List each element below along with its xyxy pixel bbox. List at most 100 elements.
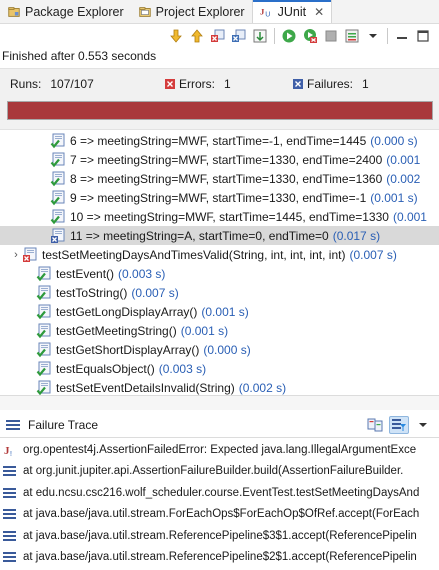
rerun-failed-first-icon[interactable] (302, 28, 318, 44)
test-passed-icon (36, 304, 51, 319)
project-explorer-icon (138, 6, 151, 17)
tree-row[interactable]: testToString() (0.007 s) (0, 283, 439, 302)
tab-label: JUnit (277, 4, 307, 19)
failures-label: Failures: (307, 77, 354, 91)
test-name: testToString() (56, 285, 128, 300)
history-icon[interactable] (344, 28, 360, 44)
failure-trace-list[interactable]: J! org.opentest4j.AssertionFailedError: E… (0, 439, 439, 570)
tree-row[interactable]: 8 => meetingString=MWF, startTime=1330, … (0, 169, 439, 188)
trace-line[interactable]: J! org.opentest4j.AssertionFailedError: E… (0, 439, 439, 461)
tree-row[interactable]: 10 => meetingString=MWF, startTime=1445,… (0, 207, 439, 226)
trace-line-text: at java.base/java.util.stream.ReferenceP… (23, 529, 417, 542)
show-skipped-only-icon[interactable] (231, 28, 247, 44)
view-menu-icon[interactable] (413, 416, 433, 434)
run-status-text: Finished after 0.553 seconds (2, 49, 157, 63)
tree-row[interactable]: testGetMeetingString() (0.001 s) (0, 321, 439, 340)
failures-counter: Failures: 1 (292, 77, 369, 91)
test-passed-icon (50, 209, 65, 224)
test-passed-icon (36, 285, 51, 300)
test-duration: (0.001 s) (180, 323, 229, 338)
chevron-right-icon[interactable]: › (10, 249, 22, 261)
test-duration: (0.001 (392, 209, 427, 224)
test-name: 11 => meetingString=A, startTime=0, endT… (70, 228, 329, 243)
runs-counter: Runs: 107/107 (10, 77, 94, 91)
trace-line[interactable]: at org.junit.jupiter.api.AssertionFailur… (0, 461, 439, 483)
tab-package-explorer[interactable]: Package Explorer (0, 0, 131, 23)
trace-line[interactable]: at java.base/java.util.stream.ReferenceP… (0, 525, 439, 547)
test-failed-icon (51, 228, 65, 243)
test-duration: (0.000 s) (203, 342, 251, 357)
tree-row[interactable]: 7 => meetingString=MWF, startTime=1330, … (0, 150, 439, 169)
svg-text:J: J (260, 6, 265, 16)
trace-line-text: at java.base/java.util.stream.ForEachOps… (23, 508, 420, 521)
tab-junit[interactable]: J U JUnit ✕ (251, 0, 333, 23)
show-failures-only-icon[interactable] (210, 28, 226, 44)
view-tab-bar: Package Explorer Project Explorer J U JU… (0, 0, 439, 24)
tree-row[interactable]: testSetEventDetailsInvalid(String) (0.002… (0, 378, 439, 395)
test-passed-icon (50, 190, 65, 205)
runs-label: Runs: (10, 77, 42, 91)
toolbar-separator (274, 28, 275, 44)
tab-project-explorer[interactable]: Project Explorer (131, 0, 252, 23)
test-name: testEqualsObject() (56, 361, 155, 376)
test-passed-icon (50, 133, 65, 148)
test-passed-icon (36, 361, 51, 376)
minimize-icon[interactable] (394, 28, 410, 44)
tree-row[interactable]: testGetLongDisplayArray() (0.001 s) (0, 302, 439, 321)
tree-row[interactable]: 9 => meetingString=MWF, startTime=1330, … (0, 188, 439, 207)
rerun-icon[interactable] (281, 28, 297, 44)
package-explorer-icon (8, 6, 20, 17)
close-icon[interactable]: ✕ (314, 5, 324, 19)
pane-splitter[interactable] (0, 395, 439, 410)
trace-line[interactable]: at java.base/java.util.stream.ReferenceP… (0, 547, 439, 569)
failure-icon (293, 79, 303, 89)
tree-row[interactable]: testEvent() (0.003 s) (0, 264, 439, 283)
stack-frame-icon (3, 530, 16, 541)
previous-failure-icon[interactable] (189, 28, 205, 44)
error-icon (165, 79, 175, 89)
test-duration: (0.017 s) (332, 228, 381, 243)
test-result-tree[interactable]: 6 => meetingString=MWF, startTime=-1, en… (0, 131, 439, 395)
svg-text:!: ! (10, 451, 12, 458)
tree-row[interactable]: 11 => meetingString=A, startTime=0, endT… (0, 226, 439, 245)
failure-trace-header: Failure Trace (0, 412, 439, 438)
progress-bar-fill (8, 102, 432, 119)
test-name: testGetLongDisplayArray() (56, 304, 198, 319)
errors-counter: Errors: 1 (164, 77, 231, 91)
stack-frame-icon (3, 509, 16, 520)
scroll-lock-icon[interactable] (252, 28, 268, 44)
test-name: testGetMeetingString() (56, 323, 177, 338)
test-passed-icon (36, 323, 51, 338)
test-name: 10 => meetingString=MWF, startTime=1445,… (70, 209, 389, 224)
errors-label: Errors: (179, 77, 215, 91)
stop-icon[interactable] (323, 28, 339, 44)
junit-icon: J U (260, 6, 270, 18)
test-name: 9 => meetingString=MWF, startTime=1330, … (70, 190, 367, 205)
test-duration: (0.001 s) (370, 190, 418, 205)
tab-label: Package Explorer (25, 4, 124, 19)
view-menu-icon[interactable] (365, 28, 381, 44)
tree-row[interactable]: › testSetMeetingDaysAndTimesValid(String,… (0, 245, 439, 264)
test-name: testSetMeetingDaysAndTimesValid(String, … (42, 247, 346, 262)
tree-row[interactable]: testEqualsObject() (0.003 s) (0, 359, 439, 378)
test-passed-icon (36, 380, 51, 395)
test-duration: (0.001 s) (201, 304, 249, 319)
test-duration: (0.002 (386, 171, 421, 186)
failures-value: 1 (362, 77, 369, 91)
failure-trace-title: Failure Trace (28, 417, 99, 432)
failure-trace-title-area: Failure Trace (6, 418, 98, 432)
next-failure-icon[interactable] (168, 28, 184, 44)
compare-results-icon[interactable] (365, 416, 385, 434)
trace-line[interactable]: at edu.ncsu.csc216.wolf_scheduler.course… (0, 482, 439, 504)
test-passed-icon (50, 152, 65, 167)
tree-row[interactable]: testGetShortDisplayArray() (0.000 s) (0, 340, 439, 359)
tab-label: Project Explorer (155, 4, 245, 19)
filter-stack-trace-icon[interactable] (389, 416, 409, 434)
maximize-icon[interactable] (415, 28, 431, 44)
tree-row[interactable]: 6 => meetingString=MWF, startTime=-1, en… (0, 131, 439, 150)
test-name: 8 => meetingString=MWF, startTime=1330, … (70, 171, 383, 186)
trace-line[interactable]: at java.base/java.util.stream.ForEachOps… (0, 504, 439, 526)
test-name: testSetEventDetailsInvalid(String) (56, 380, 235, 395)
test-duration: (0.002 s) (238, 380, 287, 395)
test-name: 7 => meetingString=MWF, startTime=1330, … (70, 152, 383, 167)
